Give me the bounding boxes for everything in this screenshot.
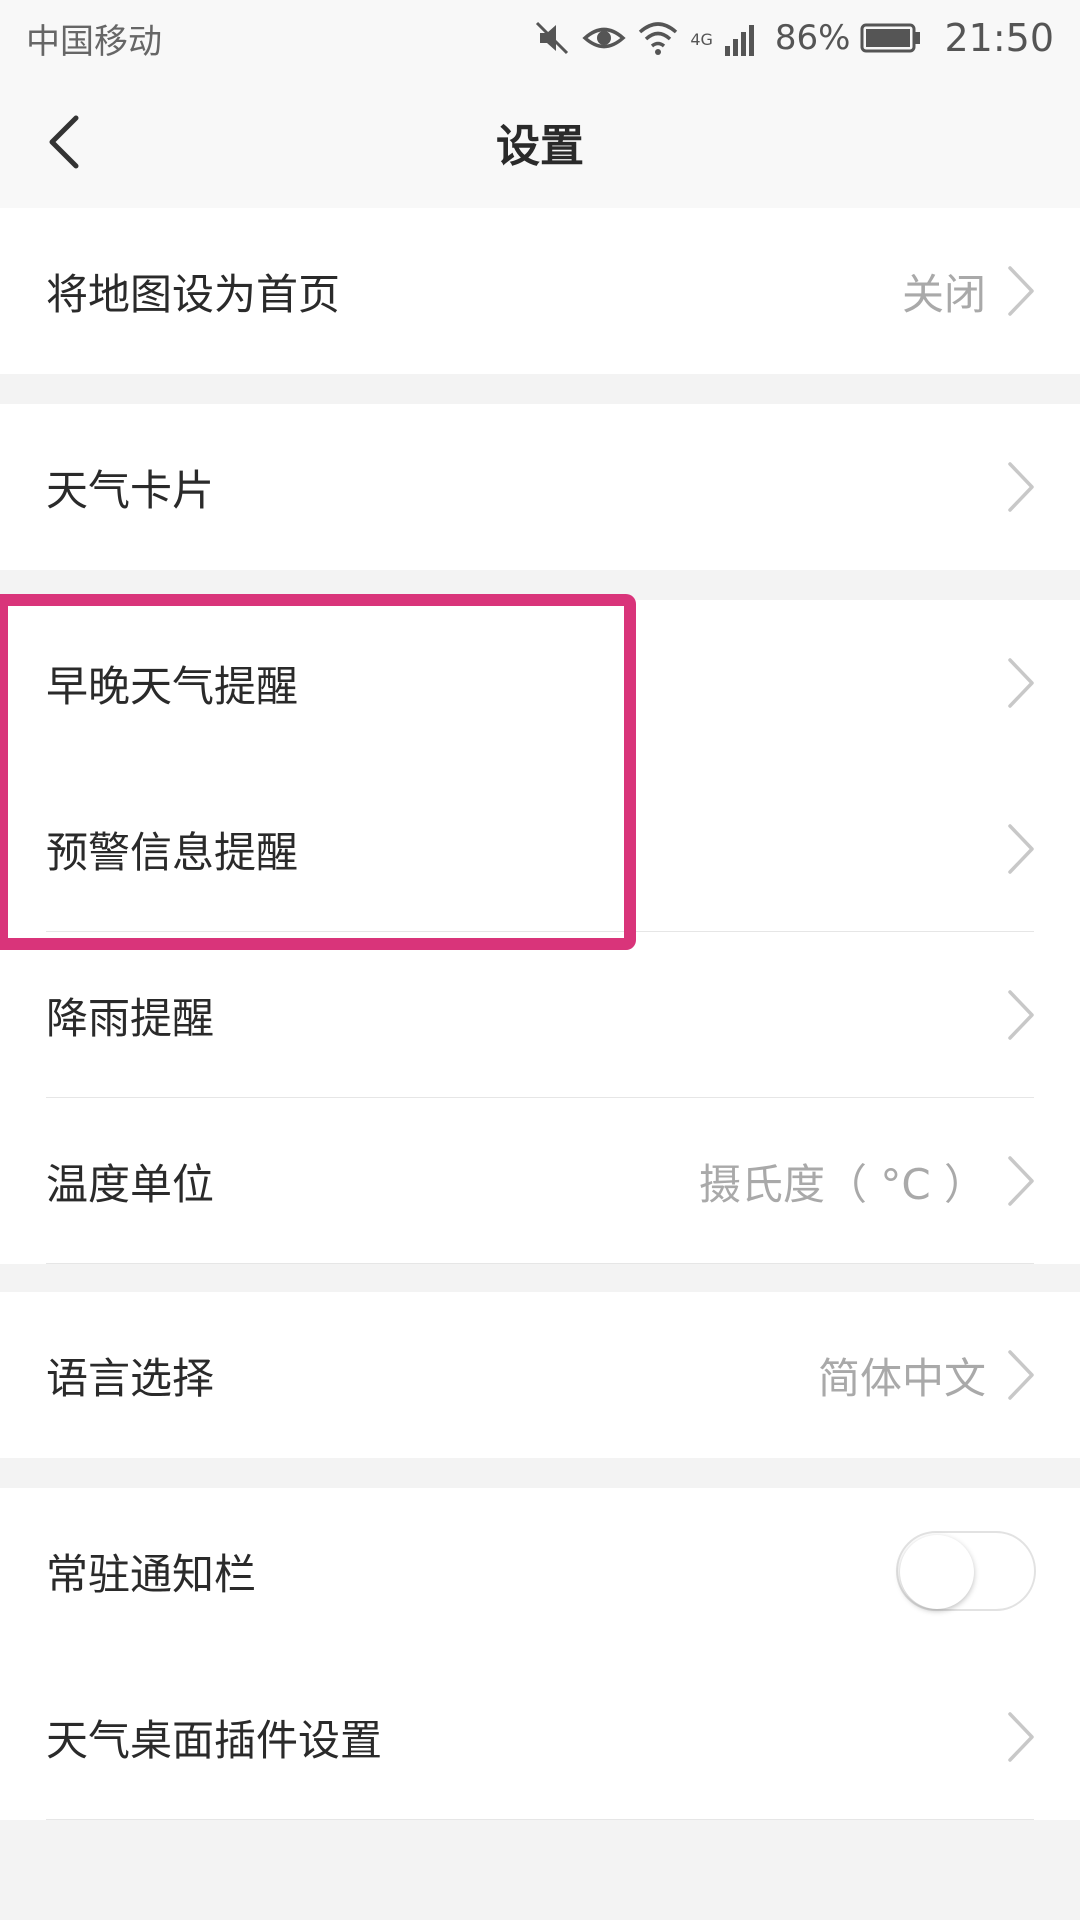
back-button[interactable] <box>28 106 100 178</box>
clock: 21:50 <box>944 16 1054 60</box>
group-notification: 常驻通知栏 天气桌面插件设置 <box>0 1488 1080 1820</box>
network-type: 4G <box>690 30 713 49</box>
persistent-notification-toggle[interactable] <box>896 1531 1036 1611</box>
row-label: 天气卡片 <box>46 465 215 515</box>
row-weather-card[interactable]: 天气卡片 <box>0 404 1080 570</box>
back-arrow-icon <box>49 115 79 169</box>
row-label: 早晚天气提醒 <box>46 661 299 711</box>
mute-icon <box>532 18 572 58</box>
battery-percent: 86% <box>774 18 851 58</box>
chevron-right-icon <box>1008 1350 1034 1400</box>
settings-screen: 中国移动 4G 86% 21:50 设置 将地图设为首页 关闭 天气卡片 早晚天… <box>0 0 1080 1920</box>
row-label: 温度单位 <box>46 1159 215 1209</box>
chevron-right-icon <box>1008 824 1034 874</box>
chevron-right-icon <box>1008 266 1034 316</box>
page-title: 设置 <box>496 121 584 172</box>
group-weather-card: 天气卡片 <box>0 404 1080 570</box>
chevron-right-icon <box>1008 462 1034 512</box>
top-app-bar: 设置 <box>0 76 1080 208</box>
row-label: 常驻通知栏 <box>46 1549 257 1599</box>
row-label: 将地图设为首页 <box>46 269 341 319</box>
row-morning-evening-reminder[interactable]: 早晚天气提醒 <box>0 600 1080 766</box>
row-value: 关闭 <box>901 269 986 319</box>
row-temperature-unit[interactable]: 温度单位 摄氏度（ °C ） <box>0 1098 1080 1264</box>
row-value: 简体中文 <box>817 1353 986 1403</box>
battery-icon <box>860 22 922 54</box>
group-home: 将地图设为首页 关闭 <box>0 208 1080 374</box>
group-reminders: 早晚天气提醒 预警信息提醒 降雨提醒 温度单位 摄氏度（ °C ） <box>0 600 1080 1264</box>
toggle-knob <box>900 1535 974 1609</box>
chevron-right-icon <box>1008 658 1034 708</box>
row-language[interactable]: 语言选择 简体中文 <box>0 1292 1080 1458</box>
chevron-right-icon <box>1008 1156 1034 1206</box>
status-icons: 4G 86% 21:50 <box>532 16 1054 60</box>
chevron-right-icon <box>1008 1712 1034 1762</box>
carrier-name: 中国移动 <box>26 21 162 62</box>
row-label: 天气桌面插件设置 <box>46 1715 383 1765</box>
row-map-homepage[interactable]: 将地图设为首页 关闭 <box>0 208 1080 374</box>
status-bar: 中国移动 4G 86% 21:50 <box>0 0 1080 76</box>
signal-icon <box>723 18 761 58</box>
row-persistent-notification: 常驻通知栏 <box>0 1488 1080 1654</box>
group-language: 语言选择 简体中文 <box>0 1292 1080 1458</box>
eye-icon <box>582 18 626 58</box>
row-value: 摄氏度（ °C ） <box>698 1159 986 1209</box>
row-warning-reminder[interactable]: 预警信息提醒 <box>0 766 1080 932</box>
wifi-icon <box>636 18 680 58</box>
row-label: 预警信息提醒 <box>46 827 299 877</box>
row-widget-settings[interactable]: 天气桌面插件设置 <box>0 1654 1080 1820</box>
row-label: 降雨提醒 <box>46 993 215 1043</box>
row-rain-reminder[interactable]: 降雨提醒 <box>0 932 1080 1098</box>
row-label: 语言选择 <box>46 1353 215 1403</box>
chevron-right-icon <box>1008 990 1034 1040</box>
